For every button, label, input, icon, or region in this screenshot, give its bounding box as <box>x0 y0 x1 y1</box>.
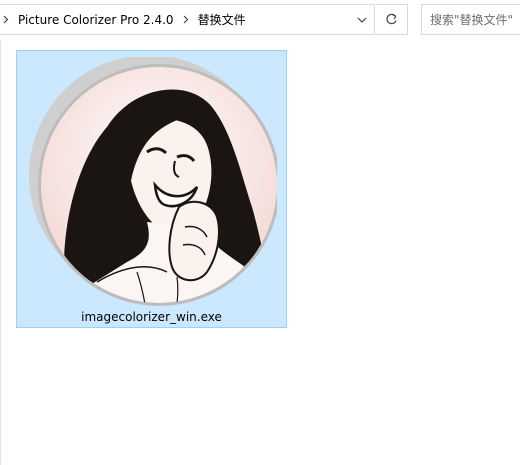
history-dropdown-button[interactable] <box>350 5 374 34</box>
breadcrumb[interactable]: Picture Colorizer Pro 2.4.0 替换文件 <box>0 4 375 35</box>
breadcrumb-separator-icon[interactable] <box>0 10 12 30</box>
breadcrumb-item-folder[interactable]: Picture Colorizer Pro 2.4.0 <box>12 10 180 30</box>
pane-divider <box>0 40 1 465</box>
breadcrumb-separator-icon[interactable] <box>180 10 192 30</box>
refresh-icon <box>386 13 397 25</box>
breadcrumb-item-current[interactable]: 替换文件 <box>192 10 252 30</box>
refresh-button[interactable] <box>376 4 408 35</box>
file-item[interactable]: imagecolorizer_win.exe <box>16 50 287 328</box>
search-input[interactable] <box>430 12 520 27</box>
app-icon-portrait <box>29 57 277 306</box>
file-name[interactable]: imagecolorizer_win.exe <box>17 309 286 325</box>
address-bar: Picture Colorizer Pro 2.4.0 替换文件 <box>0 0 520 40</box>
search-box[interactable] <box>421 4 520 35</box>
chevron-down-icon <box>357 17 367 23</box>
